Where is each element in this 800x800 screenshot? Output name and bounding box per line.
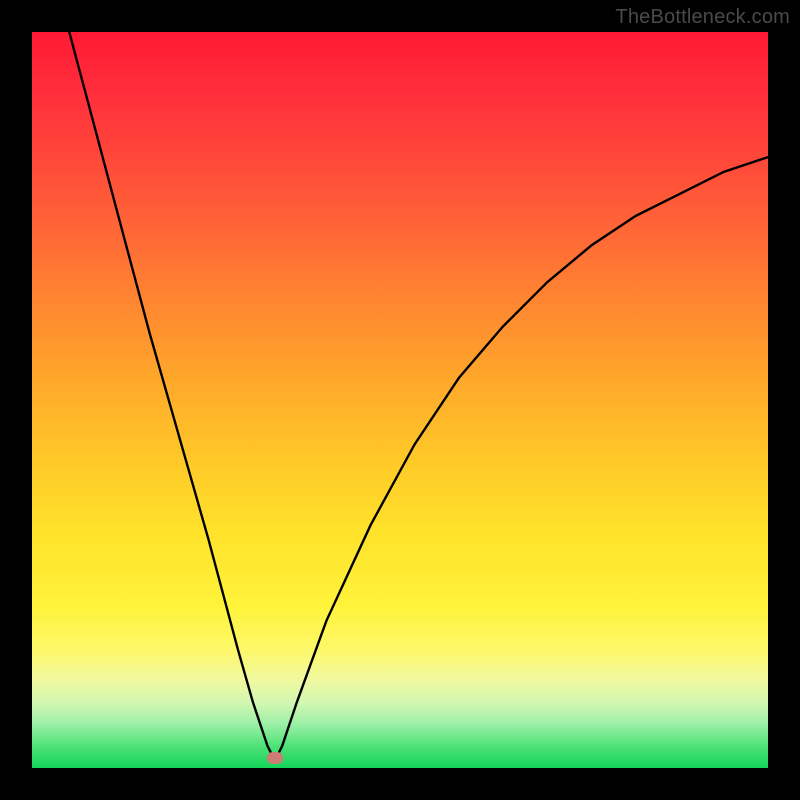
chart-container: TheBottleneck.com bbox=[0, 0, 800, 800]
watermark-text: TheBottleneck.com bbox=[615, 6, 790, 29]
curve-layer bbox=[32, 32, 768, 768]
bottleneck-curve bbox=[32, 32, 768, 761]
plot-area bbox=[32, 32, 768, 768]
optimum-marker bbox=[267, 752, 283, 764]
